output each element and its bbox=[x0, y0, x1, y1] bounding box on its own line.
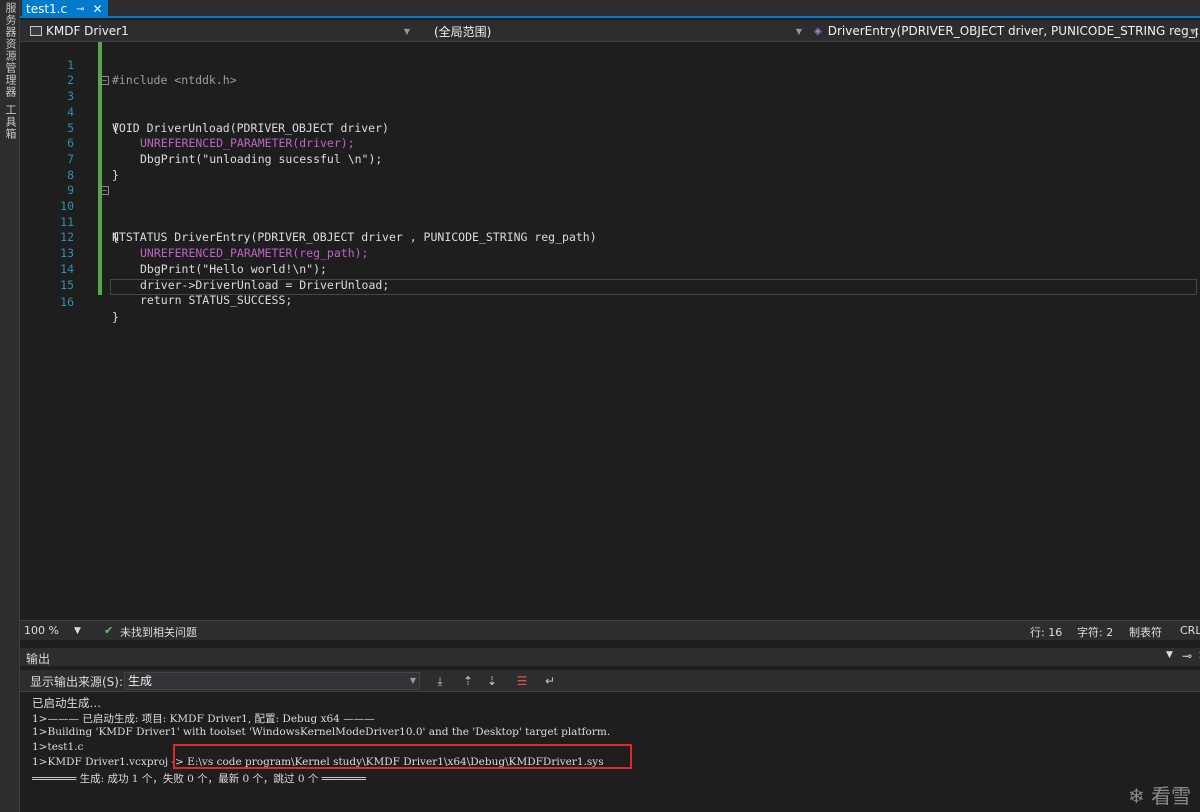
code-line: 9 bbox=[20, 168, 1200, 197]
tab-label: test1.c bbox=[26, 2, 68, 16]
output-title: 输出 bbox=[26, 652, 51, 666]
code-line: 2 bbox=[20, 58, 1200, 87]
char-indicator[interactable]: 字符: 2 bbox=[1077, 624, 1113, 640]
prev-message-icon[interactable]: ⇡ bbox=[460, 673, 476, 689]
code-line: 13 DbgPrint("Hello world!\n"); bbox=[20, 230, 1200, 276]
code-line: 16 } bbox=[20, 279, 1200, 325]
chevron-down-icon[interactable]: ▼ bbox=[74, 626, 81, 636]
collapse-icon[interactable]: − bbox=[100, 76, 109, 86]
output-panel-header: 输出 ▼ ⊸ ✕ bbox=[20, 648, 1200, 666]
code-line: 11 { bbox=[20, 199, 1200, 245]
snowflake-icon: ❄ bbox=[1128, 784, 1145, 808]
code-line: 3 − VOID DriverUnload(PDRIVER_OBJECT dri… bbox=[20, 73, 1200, 135]
word-wrap-icon[interactable]: ↵ bbox=[542, 673, 558, 689]
code-line: 8 bbox=[20, 152, 1200, 182]
code-editor[interactable]: 1 #include <ntddk.h> 2 3 − VOID DriverUn… bbox=[20, 42, 1200, 620]
pin-icon[interactable]: ⊸ bbox=[76, 4, 84, 15]
watermark-text: 看雪 bbox=[1151, 784, 1192, 808]
collapse-icon[interactable]: − bbox=[100, 186, 109, 196]
chevron-down-icon: ▼ bbox=[795, 26, 802, 36]
function-dropdown[interactable]: ◈ DriverEntry(PDRIVER_OBJECT driver, PUN… bbox=[808, 22, 1198, 40]
project-dropdown[interactable]: KMDF Driver1 ▼ bbox=[24, 22, 412, 40]
left-tool-rail: 服务器资源管理器 工具箱 bbox=[0, 0, 20, 812]
log-line: 1>——— 已启动生成: 项目: KMDF Driver1, 配置: Debug… bbox=[32, 713, 375, 725]
navigation-bar: KMDF Driver1 ▼ (全局范围) ▼ ◈ DriverEntry(PD… bbox=[20, 20, 1200, 42]
log-line: 已启动生成… bbox=[32, 696, 101, 710]
issues-status[interactable]: 未找到相关问题 bbox=[120, 624, 197, 640]
source-value: 生成 bbox=[128, 674, 153, 688]
scope-dropdown[interactable]: (全局范围) ▼ bbox=[416, 22, 804, 40]
editor-status-bar: 100 % ▼ ✔ 未找到相关问题 行: 16 字符: 2 制表符 CRL bbox=[20, 620, 1200, 640]
chevron-down-icon: ▼ bbox=[1189, 26, 1196, 36]
log-line: 1>Building 'KMDF Driver1' with toolset '… bbox=[32, 726, 611, 738]
next-message-icon[interactable]: ⇣ bbox=[484, 673, 500, 689]
code-line: 4 { bbox=[20, 89, 1200, 135]
log-line: ═══════ 生成: 成功 1 个，失败 0 个，最新 0 个，跳过 0 个 … bbox=[32, 773, 366, 785]
code-line: 15 return STATUS_SUCCESS; bbox=[20, 262, 1200, 308]
toolbox-tab[interactable]: 工具箱 bbox=[2, 104, 18, 140]
code-line: 10 − NTSTATUS DriverEntry(PDRIVER_OBJECT… bbox=[20, 183, 1200, 244]
output-log[interactable]: 已启动生成… 1>——— 已启动生成: 项目: KMDF Driver1, 配置… bbox=[20, 692, 1200, 812]
eol-indicator[interactable]: CRL bbox=[1180, 624, 1200, 637]
find-message-icon[interactable]: ⤓ bbox=[432, 673, 448, 689]
check-icon: ✔ bbox=[104, 624, 114, 637]
document-tab-bar: test1.c ⊸ ✕ bbox=[20, 0, 1200, 18]
zoom-level[interactable]: 100 % bbox=[24, 624, 59, 637]
close-icon[interactable]: ✕ bbox=[92, 2, 102, 16]
code-text: return STATUS_SUCCESS; bbox=[140, 293, 293, 308]
chevron-down-icon: ▼ bbox=[403, 26, 410, 36]
server-explorer-tab[interactable]: 服务器资源管理器 bbox=[2, 2, 18, 98]
code-line: 5 UNREFERENCED_PARAMETER(driver); bbox=[20, 105, 1200, 151]
chevron-down-icon[interactable]: ▼ bbox=[1166, 650, 1173, 660]
tab-test1-c[interactable]: test1.c ⊸ ✕ bbox=[22, 0, 108, 18]
function-value: DriverEntry(PDRIVER_OBJECT driver, PUNIC… bbox=[827, 24, 1198, 38]
scope-value: (全局范围) bbox=[434, 24, 492, 39]
log-line: 1>test1.c bbox=[32, 741, 84, 753]
code-line: 6 DbgPrint("unloading sucessful \n"); bbox=[20, 121, 1200, 166]
output-source-select[interactable]: 生成 ▼ bbox=[124, 672, 420, 690]
watermark: ❄ 看雪 bbox=[1128, 780, 1191, 809]
project-icon bbox=[30, 26, 42, 36]
line-indicator[interactable]: 行: 16 bbox=[1030, 624, 1062, 640]
annotation-highlight-box bbox=[173, 744, 632, 769]
code-text: } bbox=[112, 310, 119, 325]
project-name: KMDF Driver1 bbox=[46, 24, 129, 38]
function-icon: ◈ bbox=[814, 25, 822, 37]
code-line: 7 } bbox=[20, 136, 1200, 182]
pin-icon[interactable]: ⊸ bbox=[1182, 649, 1192, 663]
tabs-indicator[interactable]: 制表符 bbox=[1129, 624, 1162, 640]
code-line: 14 driver->DriverUnload = DriverUnload; bbox=[20, 246, 1200, 292]
line-number: 16 bbox=[60, 294, 74, 309]
source-label: 显示输出来源(S): bbox=[30, 675, 124, 689]
code-line: 1 #include <ntddk.h> bbox=[20, 42, 1200, 88]
output-toolbar: 显示输出来源(S): 生成 ▼ ⤓ ⇡ ⇣ ☰ ↵ bbox=[20, 670, 1200, 692]
chevron-down-icon: ▼ bbox=[409, 676, 416, 685]
code-line: 12 UNREFERENCED_PARAMETER(reg_path); bbox=[20, 215, 1200, 260]
clear-all-icon[interactable]: ☰ bbox=[514, 673, 530, 689]
